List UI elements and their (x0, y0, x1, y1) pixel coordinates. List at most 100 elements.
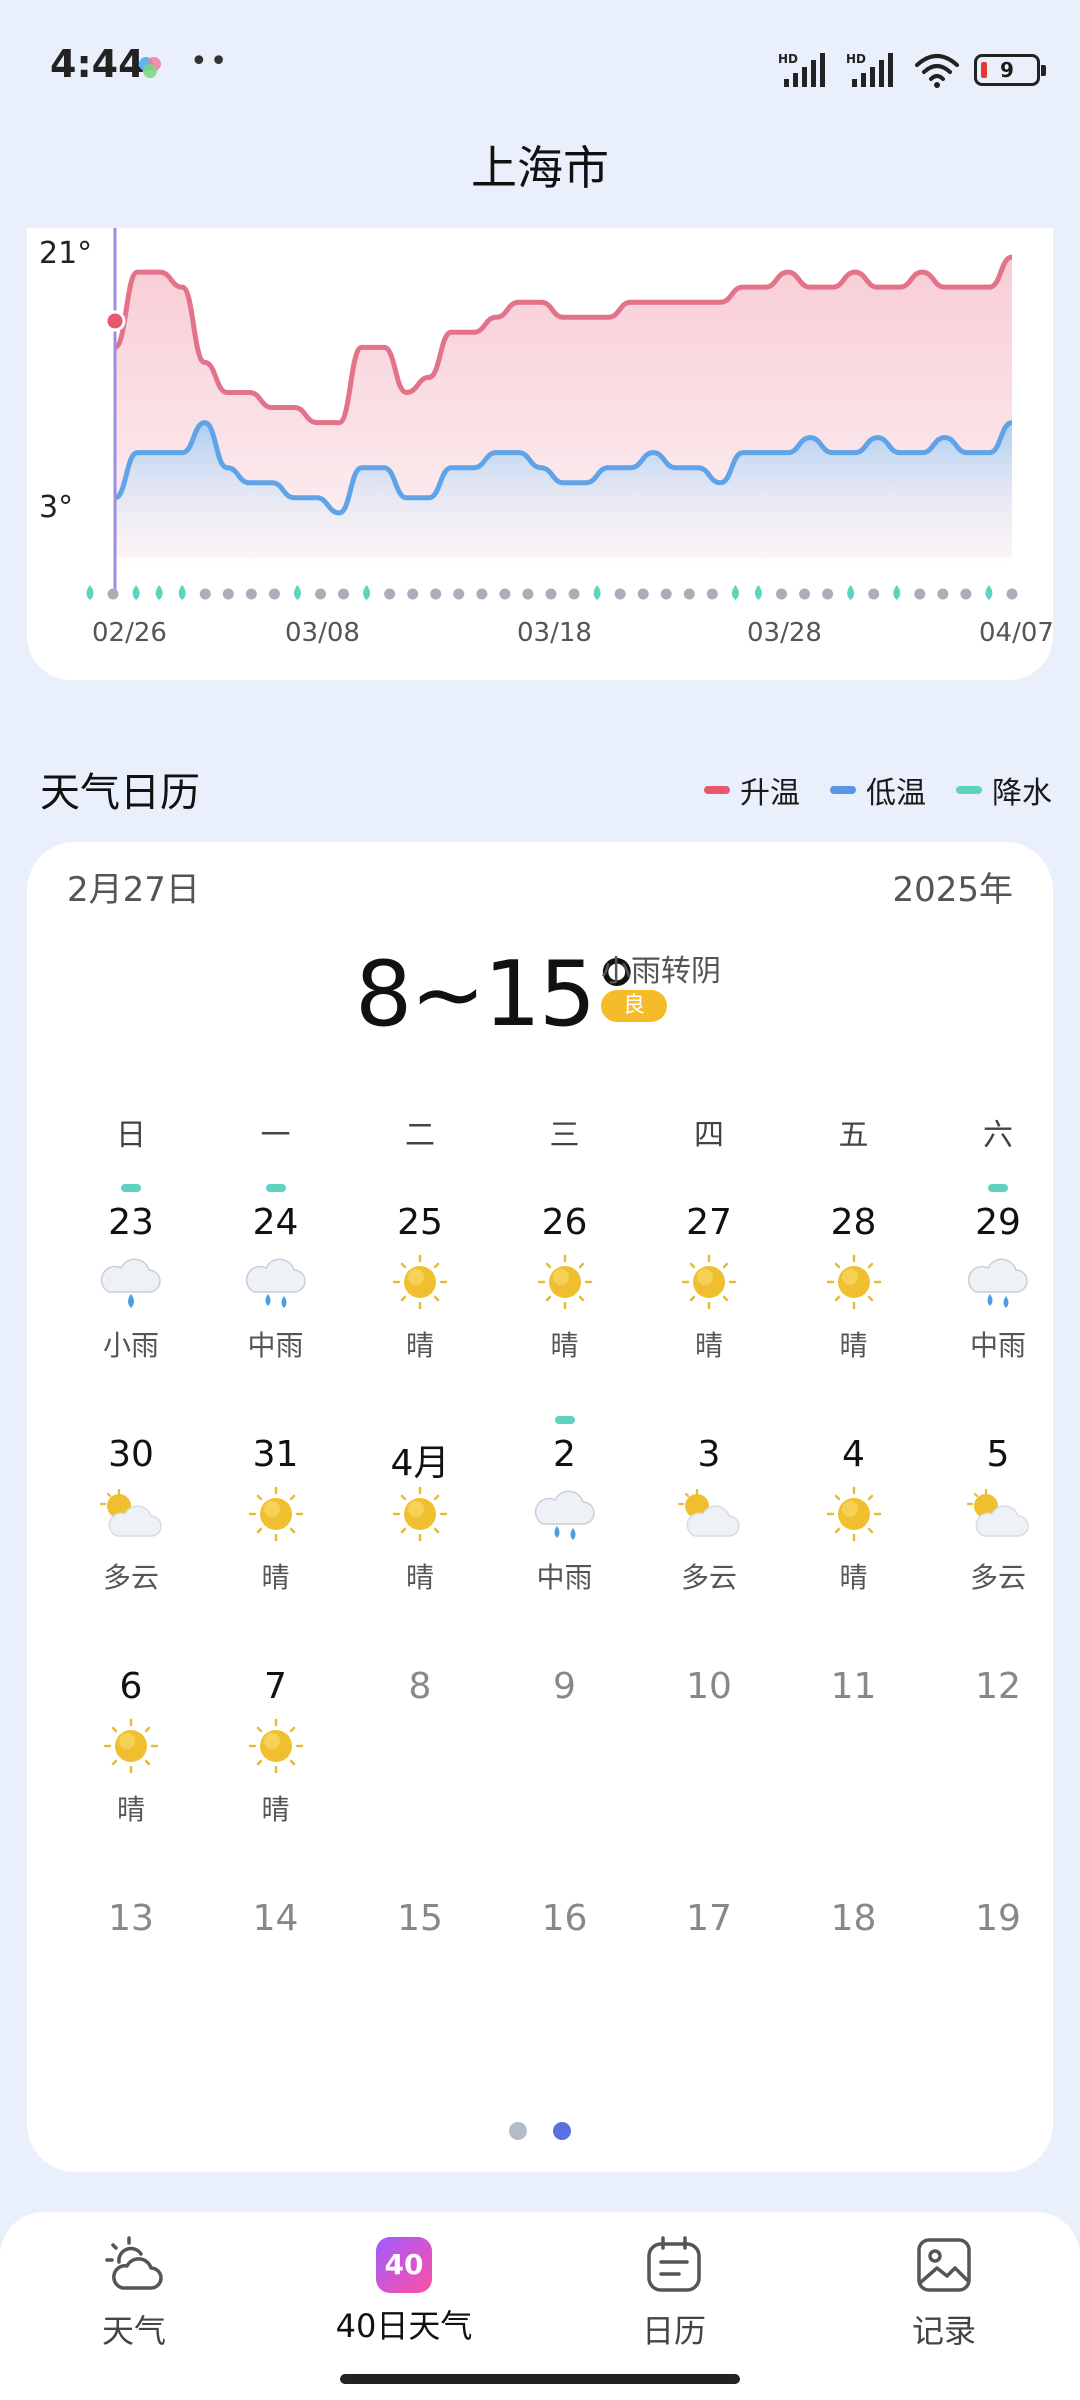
x-tick-label: 02/26 (92, 618, 167, 648)
day-number: 27 (686, 1202, 732, 1243)
calendar-day-cell[interactable]: 8 (348, 1648, 492, 1848)
status-bar: 4:44 •• HD HD 9 (0, 0, 1080, 140)
rain-drop-marker (847, 585, 855, 600)
dry-day-dot (407, 588, 419, 600)
dry-day-dot (199, 588, 211, 600)
calendar-day-cell[interactable]: 28 晴 (782, 1184, 926, 1384)
dry-day-dot (268, 588, 280, 600)
moderate-rain-icon (967, 1258, 1028, 1308)
calendar-day-cell[interactable]: 11 (782, 1648, 926, 1848)
day-number: 26 (541, 1202, 588, 1243)
day-number: 12 (975, 1666, 1021, 1707)
nav-item-records[interactable]: 记录 (844, 2232, 1044, 2352)
dry-day-dot (338, 588, 350, 600)
precipitation-marker (265, 1184, 286, 1192)
cellular-signal-1-icon: HD (778, 52, 825, 87)
temperature-trend-chart[interactable]: 21° 3° 02/26 03/08 03/18 03/28 04/07 (27, 228, 1053, 680)
calendar-day-cell[interactable]: 7晴 (204, 1648, 348, 1848)
dry-day-dot (614, 588, 626, 600)
day-number: 29 (975, 1202, 1021, 1243)
page-dot[interactable] (509, 2122, 527, 2140)
calendar-day-cell[interactable]: 5 多云 (926, 1416, 1070, 1616)
sunny-icon (248, 1486, 303, 1542)
sunny-icon (681, 1254, 737, 1310)
calendar-day-cell[interactable]: 16 (493, 1880, 637, 2080)
dry-day-dot (914, 588, 926, 600)
forty-day-badge-icon: 40 (376, 2237, 432, 2293)
moderate-rain-icon (245, 1258, 306, 1308)
calendar-day-cell[interactable]: 14 (204, 1880, 348, 2080)
calendar-day-cell[interactable]: 27 晴 (637, 1184, 781, 1384)
y-tick-label-low: 3° (39, 490, 74, 525)
calendar-day-cell[interactable]: 9 (493, 1648, 637, 1848)
calendar-day-cell[interactable]: 29 中雨 (926, 1184, 1070, 1384)
day-condition: 晴 (694, 1329, 723, 1362)
partly-cloudy-icon (99, 1488, 162, 1537)
sunny-icon (826, 1486, 881, 1542)
calendar-day-cell[interactable]: 15 (348, 1880, 492, 2080)
calendar-day-cell[interactable]: 25 晴 (348, 1184, 492, 1384)
dry-day-dot (706, 588, 718, 600)
precipitation-marker (554, 1416, 575, 1424)
x-tick-label: 03/18 (517, 618, 592, 648)
dry-day-dot (522, 588, 534, 600)
calendar-day-cell[interactable]: 18 (782, 1880, 926, 2080)
moderate-rain-icon (534, 1490, 595, 1540)
calendar-day-cell[interactable]: 2 中雨 (493, 1416, 637, 1616)
day-condition: 多云 (680, 1561, 737, 1594)
status-icons: HD HD 9 (778, 50, 1046, 90)
calendar-day-cell[interactable]: 6晴 (59, 1648, 203, 1848)
selected-year: 2025年 (892, 870, 1013, 910)
condition-text: 小雨转阴 (601, 954, 721, 989)
home-indicator[interactable] (340, 2374, 740, 2384)
calendar-day-cell[interactable]: 24 中雨 (204, 1184, 348, 1384)
day-number: 5 (986, 1434, 1010, 1475)
nav-item-calendar[interactable]: 日历 (574, 2232, 774, 2352)
sunny-icon (103, 1718, 159, 1774)
weather-app-notification-icon (139, 57, 161, 78)
calendar-day-cell[interactable]: 4月晴 (348, 1416, 492, 1616)
dry-day-dot (384, 588, 396, 600)
rain-drop-marker (893, 585, 901, 600)
dry-day-dot (545, 588, 557, 600)
day-condition: 晴 (550, 1329, 579, 1362)
dry-day-dot (476, 588, 488, 600)
day-number: 7 (264, 1666, 287, 1707)
calendar-day-cell[interactable]: 23 小雨 (59, 1184, 203, 1384)
rain-drop-marker (293, 585, 301, 600)
dry-day-dot (222, 588, 234, 600)
calendar-day-cell[interactable]: 30 多云 (59, 1416, 203, 1616)
dry-day-dot (822, 588, 834, 600)
city-title[interactable]: 上海市 (0, 132, 1080, 198)
dry-day-dot (245, 588, 257, 600)
rain-drop-marker (731, 585, 739, 600)
day-number: 28 (830, 1202, 877, 1243)
sunny-icon (248, 1718, 303, 1774)
nav-item-40-day-weather[interactable]: 40 40日天气 (304, 2232, 504, 2347)
calendar-day-cell[interactable]: 17 (637, 1880, 781, 2080)
nav-item-weather[interactable]: 天气 (34, 2232, 234, 2352)
day-number: 11 (830, 1666, 877, 1707)
nav-label: 记录 (911, 2312, 976, 2350)
cellular-signal-2-icon: HD (846, 52, 893, 87)
calendar-day-cell[interactable]: 26 晴 (493, 1184, 637, 1384)
precipitation-marker (121, 1184, 141, 1192)
calendar-day-cell[interactable]: 13 (59, 1880, 203, 2080)
calendar-day-cell[interactable]: 10 (637, 1648, 781, 1848)
calendar-day-cell[interactable]: 4晴 (782, 1416, 926, 1616)
day-condition: 小雨 (102, 1329, 159, 1362)
calendar-day-cell[interactable]: 31 晴 (204, 1416, 348, 1616)
weekday-label: 三 (549, 1118, 580, 1153)
temperature-range: 8~15° (355, 942, 639, 1047)
chart-svg (86, 228, 1018, 600)
cloud-sun-icon (105, 2236, 163, 2290)
day-condition: 晴 (405, 1561, 434, 1594)
page-dot[interactable] (553, 2122, 571, 2140)
day-condition: 晴 (261, 1793, 290, 1826)
x-tick-label: 04/07 (979, 618, 1053, 648)
calendar-day-cell[interactable]: 12 (926, 1648, 1070, 1848)
calendar-day-cell[interactable]: 3 多云 (637, 1416, 781, 1616)
calendar-day-cell[interactable]: 19 (926, 1880, 1070, 2080)
legend-swatch-high (704, 786, 730, 794)
sunny-icon (392, 1486, 448, 1542)
